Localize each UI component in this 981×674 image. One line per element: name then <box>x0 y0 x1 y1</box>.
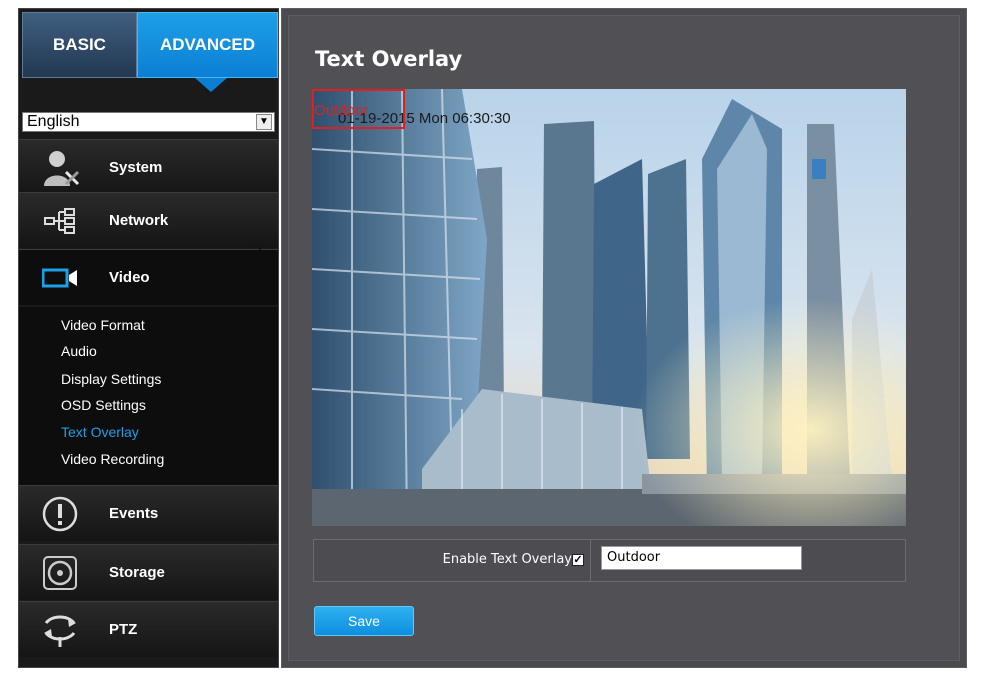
submenu-video-format[interactable]: Video Format <box>61 317 145 333</box>
submenu-osd-settings[interactable]: OSD Settings <box>61 397 146 413</box>
sidebar-item-label: System <box>109 159 163 176</box>
sidebar-item-label: PTZ <box>109 621 138 638</box>
page-title: Text Overlay <box>315 47 463 71</box>
chevron-down-icon[interactable]: ▼ <box>256 114 272 130</box>
overlay-text-input[interactable]: Outdoor <box>601 546 802 570</box>
video-submenu: Video Format Audio Display Settings OSD … <box>19 307 278 485</box>
submenu-text-overlay[interactable]: Text Overlay <box>61 424 139 440</box>
enable-text-overlay-label: Enable Text Overlay <box>442 552 572 567</box>
sidebar-item-network[interactable]: Network <box>19 192 278 248</box>
submenu-video-recording[interactable]: Video Recording <box>61 451 164 467</box>
text-overlay-settings-row: Enable Text Overlay ✓ Outdoor <box>313 539 906 582</box>
sidebar-item-system[interactable]: System <box>19 139 278 195</box>
sidebar: BASIC ADVANCED English ▼ System Network … <box>18 8 279 668</box>
tab-active-indicator <box>195 78 227 92</box>
city-skyline-image <box>312 89 906 526</box>
sidebar-item-label: Events <box>109 505 159 522</box>
save-button[interactable]: Save <box>314 606 414 636</box>
main-content: Text Overlay 01-19-2015 Mon 06:30:30 Out… <box>288 15 960 661</box>
active-menu-indicator <box>259 246 271 302</box>
enable-text-overlay-checkbox[interactable]: ✓ <box>572 554 584 566</box>
sidebar-item-events[interactable]: Events <box>19 485 278 541</box>
tab-advanced[interactable]: ADVANCED <box>137 12 278 78</box>
sidebar-item-label: Video <box>109 269 150 286</box>
column-divider <box>590 540 591 581</box>
ptz-arrows-icon <box>39 610 81 650</box>
sidebar-item-ptz[interactable]: PTZ <box>19 601 278 657</box>
submenu-display-settings[interactable]: Display Settings <box>61 371 161 387</box>
sidebar-item-video[interactable]: Video <box>19 249 278 305</box>
sidebar-item-label: Network <box>109 212 169 229</box>
sidebar-item-storage[interactable]: Storage <box>19 544 278 600</box>
system-settings-icon <box>39 148 81 188</box>
tab-basic[interactable]: BASIC <box>22 12 137 78</box>
preview-overlay-text: Outdoor <box>314 102 369 119</box>
sidebar-item-label: Storage <box>109 564 165 581</box>
language-select[interactable]: English ▼ <box>22 112 275 132</box>
alert-icon <box>39 494 81 534</box>
network-icon <box>39 201 81 241</box>
submenu-audio[interactable]: Audio <box>61 343 97 359</box>
storage-disc-icon <box>39 553 81 593</box>
video-camera-icon <box>39 258 81 298</box>
language-select-value: English <box>27 113 80 130</box>
main-panel: Text Overlay 01-19-2015 Mon 06:30:30 Out… <box>281 8 967 668</box>
camera-preview: 01-19-2015 Mon 06:30:30 Outdoor <box>312 89 906 526</box>
